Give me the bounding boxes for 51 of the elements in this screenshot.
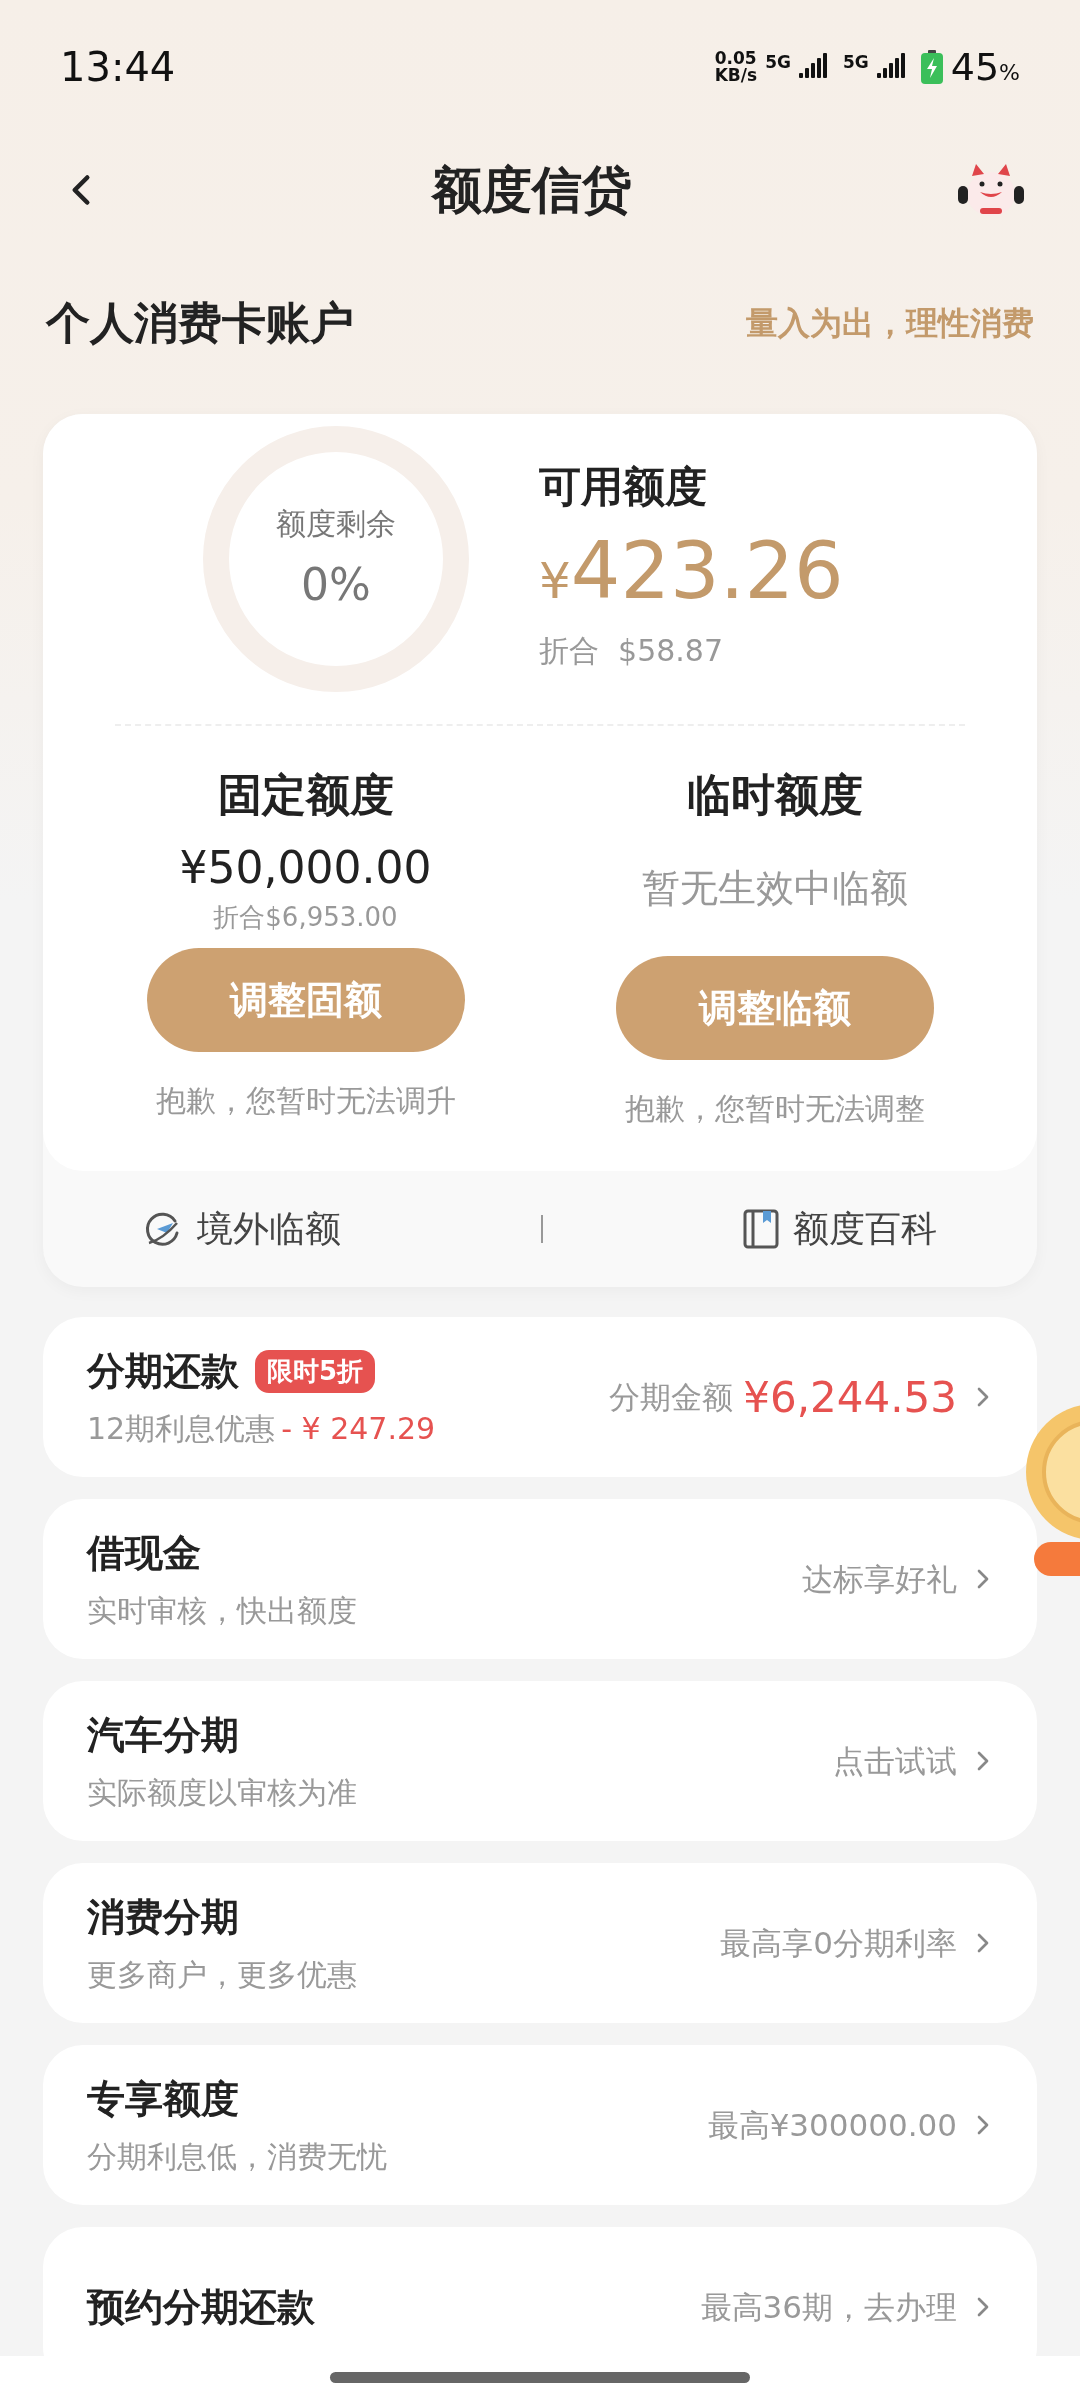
installment-amount: ¥6,244.53 — [743, 1371, 957, 1424]
service-title: 汽车分期 — [87, 1712, 239, 1759]
service-title: 预约分期还款 — [87, 2283, 315, 2331]
account-title: 个人消费卡账户 — [46, 296, 354, 350]
adjust-hint: 抱歉，您暂时无法调整 — [624, 1090, 925, 1128]
service-subtitle: 实际额度以审核为准 — [87, 1774, 357, 1812]
service-note: 分期金额 — [609, 1377, 734, 1417]
service-title: 消费分期 — [87, 1894, 239, 1941]
battery-level: 45% — [950, 48, 1020, 86]
slogan: 量入为出，理性消费 — [746, 303, 1034, 344]
limit-status: 暂无生效中临额 — [641, 865, 908, 912]
discount-amount: - ¥ 247.29 — [281, 1410, 436, 1448]
converted-amount: 折合$6,953.00 — [213, 901, 398, 934]
service-note: 最高¥300000.00 — [707, 2105, 957, 2145]
service-subtitle: 12期利息优惠 — [87, 1410, 276, 1448]
network-speed: 0.05 KB/s — [714, 50, 758, 84]
promo-tag: 限时5折 — [255, 1350, 376, 1393]
service-note: 点击试试 — [833, 1741, 957, 1781]
service-subtitle: 更多商户，更多优惠 — [87, 1956, 357, 1994]
service-subtitle: 实时审核，快出额度 — [87, 1592, 357, 1630]
available-amount: ¥423.26 — [539, 532, 844, 610]
converted-amount: 折合 $58.87 — [539, 632, 725, 670]
mascot-icon[interactable] — [958, 162, 1024, 218]
service-row[interactable]: 消费分期 更多商户，更多优惠 最高享0分期利率 — [43, 1863, 1037, 2023]
service-note: 最高享0分期利率 — [720, 1923, 957, 1963]
ring-value: 0% — [301, 557, 371, 612]
service-subtitle: 分期利息低，消费无忧 — [87, 2138, 387, 2176]
sim-label: 5G — [765, 51, 791, 74]
page-title: 额度信贷 — [432, 159, 632, 221]
service-note: 最高36期，去办理 — [700, 2287, 957, 2327]
available-label: 可用额度 — [539, 461, 708, 513]
limit-title: 固定额度 — [217, 768, 394, 822]
ring-label: 额度剩余 — [276, 504, 396, 543]
book-icon — [743, 1209, 779, 1249]
service-row[interactable]: 分期还款 限时5折 12期利息优惠 - ¥ 247.29 分期金额 ¥6,244.53 — [43, 1317, 1037, 1477]
limit-amount: ¥50,000.00 — [179, 841, 432, 895]
shortcut-link[interactable]: 境外临额 — [143, 1202, 341, 1256]
status-time: 13:44 — [60, 43, 176, 92]
service-title: 借现金 — [87, 1530, 201, 1577]
service-row[interactable]: 汽车分期 实际额度以审核为准 点击试试 — [43, 1681, 1037, 1841]
sim-label: 5G — [842, 51, 869, 74]
service-row[interactable]: 预约分期还款 最高36期，去办理 — [43, 2227, 1037, 2356]
battery-icon — [920, 50, 943, 84]
service-title: 专享额度 — [87, 2076, 239, 2123]
shortcut-link[interactable]: 额度百科 — [743, 1202, 937, 1256]
service-row[interactable]: 专享额度 分期利息低，消费无忧 最高¥300000.00 — [43, 2045, 1037, 2205]
service-note: 达标享好礼 — [802, 1559, 957, 1599]
service-row[interactable]: 借现金 实时审核，快出额度 达标享好礼 — [43, 1499, 1037, 1659]
limit-title: 临时额度 — [686, 768, 863, 822]
service-title: 分期还款 — [87, 1348, 239, 1395]
adjust-hint: 抱歉，您暂时无法调升 — [155, 1082, 456, 1120]
